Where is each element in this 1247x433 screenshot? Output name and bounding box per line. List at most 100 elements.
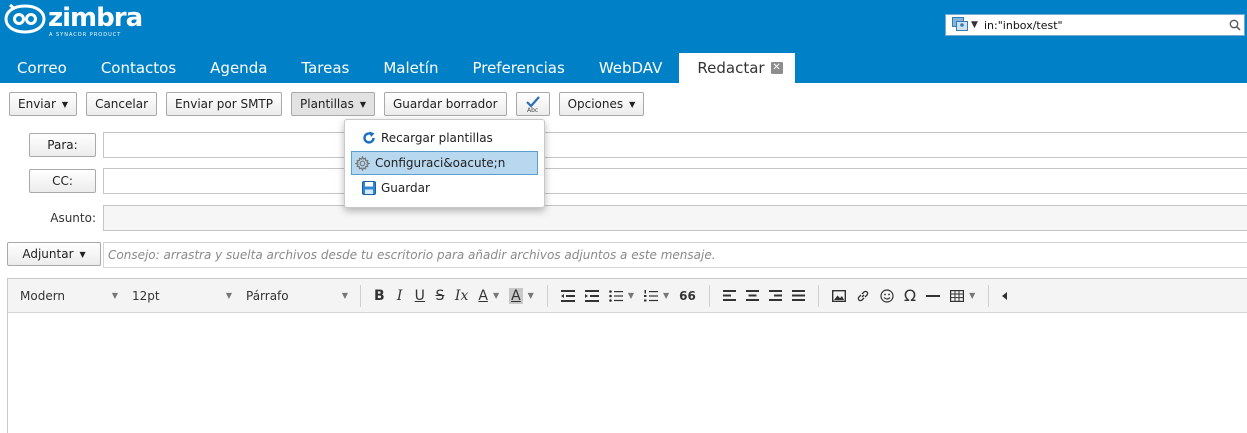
message-body[interactable] [8, 313, 1247, 433]
link-icon [857, 290, 869, 301]
italic-button[interactable]: I [390, 284, 410, 308]
menu-item-configuration[interactable]: Configuraci&oacute;n [351, 151, 538, 175]
bullet-list-button[interactable]: ▼ [604, 284, 639, 308]
align-right-button[interactable] [764, 284, 787, 308]
special-character-button[interactable]: Ω [899, 284, 921, 308]
menu-item-reload-templates[interactable]: Recargar plantillas [351, 126, 538, 150]
tab-maletin[interactable]: Maletín [366, 53, 455, 83]
tab-contactos[interactable]: Contactos [84, 53, 193, 83]
toolbar-divider [988, 284, 990, 307]
indent-button[interactable] [580, 284, 604, 308]
align-left-icon [722, 290, 736, 301]
chevron-down-icon: ▼ [359, 99, 366, 109]
message-editor: Modern ▼ 12pt ▼ Párrafo ▼ B I U S Ix A ▼… [7, 278, 1247, 433]
block-format-select[interactable]: Párrafo ▼ [246, 284, 352, 308]
chevron-down-icon: ▼ [527, 291, 534, 300]
reload-icon [361, 131, 376, 146]
clear-format-button[interactable]: Ix [450, 284, 473, 308]
templates-button-label: Plantillas [300, 97, 354, 111]
font-color-icon: A [478, 287, 488, 304]
editor-toolbar: Modern ▼ 12pt ▼ Párrafo ▼ B I U S Ix A ▼… [8, 279, 1247, 313]
svg-text:Abc: Abc [527, 107, 538, 113]
insert-image-button[interactable] [827, 284, 851, 308]
align-right-icon [768, 290, 782, 301]
table-icon [950, 289, 965, 302]
indent-icon [584, 289, 599, 302]
insert-link-button[interactable] [851, 284, 875, 308]
align-left-button[interactable] [718, 284, 741, 308]
cancel-button[interactable]: Cancelar [86, 92, 158, 116]
bold-button[interactable]: B [369, 284, 390, 308]
to-field[interactable] [103, 132, 1247, 158]
zimbra-logo-icon [4, 3, 46, 34]
strikethrough-button[interactable]: S [430, 284, 450, 308]
toolbar-divider [360, 284, 361, 307]
cc-field[interactable] [103, 168, 1247, 194]
templates-button[interactable]: Plantillas ▼ [291, 92, 375, 116]
subject-label: Asunto: [50, 211, 96, 225]
cc-button[interactable]: CC: [29, 169, 96, 193]
horizontal-rule-button[interactable] [921, 284, 945, 308]
chevron-down-icon: ▼ [492, 291, 500, 300]
horizontal-rule-icon [926, 294, 941, 297]
emoticon-button[interactable] [875, 284, 899, 308]
search-icon [1229, 19, 1241, 31]
spellcheck-button[interactable]: Abc [515, 92, 550, 116]
contacts-search-icon [952, 16, 969, 34]
subject-field[interactable] [103, 205, 1247, 231]
zimbra-logo[interactable]: zimbra A SYNACOR PRODUCT [4, 3, 143, 44]
menu-item-label: Guardar [381, 181, 430, 195]
attach-hint[interactable]: Consejo: arrastra y suelta archivos desd… [103, 242, 1247, 268]
search-type-dropdown[interactable]: ▼ [946, 15, 984, 35]
cc-row: CC: [0, 166, 1247, 196]
top-bar: zimbra A SYNACOR PRODUCT ▼ [0, 0, 1247, 53]
undo-button[interactable] [997, 284, 1019, 308]
save-icon [361, 181, 376, 196]
tab-correo[interactable]: Correo [0, 53, 84, 83]
tab-redactar[interactable]: Redactar ✕ [679, 53, 795, 83]
font-family-value: Modern [20, 288, 66, 303]
image-icon [831, 289, 846, 302]
send-button[interactable]: Enviar ▼ [9, 92, 78, 116]
insert-table-button[interactable]: ▼ [945, 284, 980, 308]
numbered-list-button[interactable]: ▼ [639, 284, 674, 308]
tab-agenda[interactable]: Agenda [193, 53, 284, 83]
options-button-label: Opciones [567, 97, 624, 111]
tab-tareas[interactable]: Tareas [284, 53, 366, 83]
menu-item-save[interactable]: Guardar [351, 176, 538, 200]
app-tabs: Correo Contactos Agenda Tareas Maletín P… [0, 53, 1247, 83]
font-size-select[interactable]: 12pt ▼ [132, 284, 236, 308]
highlight-button[interactable]: A ▼ [504, 284, 539, 308]
toolbar-divider [817, 284, 819, 307]
chevron-down-icon: ▼ [969, 291, 976, 300]
search-input[interactable] [984, 16, 1226, 34]
chevron-down-icon[interactable]: ▼ [62, 100, 68, 109]
menu-item-label: Configuraci&oacute;n [375, 156, 506, 170]
underline-button[interactable]: U [410, 284, 430, 308]
options-button[interactable]: Opciones ▼ [558, 92, 645, 116]
close-icon[interactable]: ✕ [770, 62, 783, 74]
justify-icon [791, 290, 805, 301]
align-center-icon [745, 290, 759, 301]
align-center-button[interactable] [741, 284, 764, 308]
toolbar-divider [708, 284, 710, 307]
send-smtp-button[interactable]: Enviar por SMTP [166, 92, 282, 116]
tab-redactar-label: Redactar [697, 59, 765, 77]
font-family-select[interactable]: Modern ▼ [20, 284, 122, 308]
to-button[interactable]: Para: [29, 133, 96, 157]
chevron-down-icon: ▼ [629, 99, 636, 109]
chevron-down-icon[interactable]: ▼ [80, 250, 86, 259]
tab-webdav[interactable]: WebDAV [582, 53, 680, 83]
justify-button[interactable] [787, 284, 810, 308]
outdent-button[interactable] [556, 284, 580, 308]
save-draft-button[interactable]: Guardar borrador [384, 92, 507, 116]
font-color-button[interactable]: A ▼ [473, 284, 504, 308]
bullet-list-icon [609, 289, 623, 302]
search-button[interactable] [1226, 16, 1244, 34]
attach-button[interactable]: Adjuntar ▼ [7, 242, 101, 266]
chevron-down-icon: ▼ [111, 291, 118, 300]
blockquote-button[interactable]: 66 [674, 284, 701, 308]
search-box: ▼ [945, 14, 1245, 36]
gear-icon [355, 155, 370, 171]
tab-preferencias[interactable]: Preferencias [455, 53, 581, 83]
